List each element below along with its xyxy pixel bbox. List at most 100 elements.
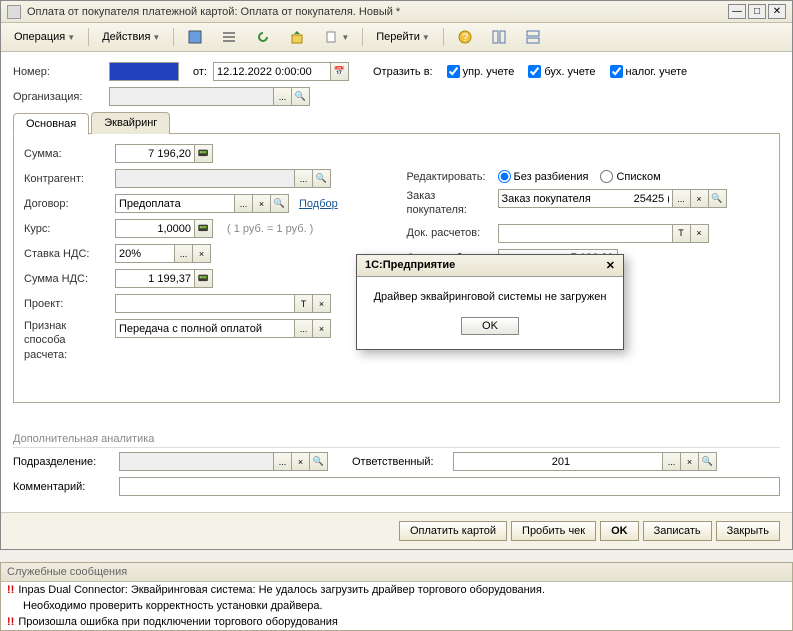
select-link[interactable]: Подбор (299, 198, 338, 210)
vat-rate-input[interactable] (115, 244, 175, 263)
svg-text:?: ? (462, 32, 468, 44)
form-icon2[interactable] (518, 26, 548, 48)
minimize-button[interactable]: — (728, 4, 746, 19)
contr-sel-icon[interactable]: ... (295, 169, 313, 188)
radio-no-split[interactable] (498, 170, 511, 183)
order-input[interactable] (498, 189, 673, 208)
method-input[interactable] (115, 319, 295, 338)
ok-button[interactable]: OK (600, 521, 639, 541)
list-icon[interactable] (214, 26, 244, 48)
edit-label: Редактировать: (407, 171, 492, 183)
calc-icon3[interactable]: 📟 (195, 269, 213, 288)
sum-input[interactable] (115, 144, 195, 163)
msg-1: Inpas Dual Connector: Эквайринговая сист… (18, 584, 545, 596)
reflect-label: Отразить в: (373, 66, 433, 78)
chk-mgmt[interactable] (447, 65, 460, 78)
tab-acquiring[interactable]: Эквайринг (91, 112, 170, 134)
tab-main[interactable]: Основная (13, 113, 89, 135)
error-icon: !! (7, 584, 14, 596)
resp-clear-icon[interactable]: × (681, 452, 699, 471)
order-label: Заказ покупателя: (407, 189, 492, 218)
chk-acc[interactable] (528, 65, 541, 78)
rate-label: Курс: (24, 223, 109, 235)
number-label: Номер: (13, 66, 103, 78)
method-sel-icon[interactable]: ... (295, 319, 313, 338)
operation-menu[interactable]: Операция▼ (7, 28, 82, 46)
vat-sum-label: Сумма НДС: (24, 273, 109, 285)
org-search-icon[interactable]: 🔍 (292, 87, 310, 106)
write-button[interactable]: Записать (643, 521, 712, 541)
contract-label: Договор: (24, 198, 109, 210)
export-icon[interactable] (282, 26, 312, 48)
contract-clear-icon[interactable]: × (253, 194, 271, 213)
contract-input[interactable] (115, 194, 235, 213)
dept-sel-icon[interactable]: ... (274, 452, 292, 471)
rate-input[interactable] (115, 219, 195, 238)
main-window: Оплата от покупателя платежной картой: О… (0, 0, 793, 550)
settle-t-icon[interactable]: T (673, 224, 691, 243)
project-input[interactable] (115, 294, 295, 313)
contr-search-icon[interactable]: 🔍 (313, 169, 331, 188)
save-icon[interactable] (180, 26, 210, 48)
project-t-icon[interactable]: T (295, 294, 313, 313)
project-label: Проект: (24, 298, 109, 310)
goto-menu[interactable]: Перейти▼ (369, 28, 437, 46)
vat-sel-icon[interactable]: ... (175, 244, 193, 263)
actions-menu[interactable]: Действия▼ (95, 28, 167, 46)
receipt-button[interactable]: Пробить чек (511, 521, 596, 541)
dialog-ok-button[interactable]: OK (461, 317, 519, 335)
form-icon1[interactable] (484, 26, 514, 48)
msg-2: Необходимо проверить корректность устано… (23, 600, 323, 612)
attach-icon[interactable]: ▼ (316, 26, 356, 48)
contract-search-icon[interactable]: 🔍 (271, 194, 289, 213)
dialog-close-icon[interactable]: ✕ (606, 259, 615, 272)
radio-list[interactable] (600, 170, 613, 183)
org-select-icon[interactable]: ... (274, 87, 292, 106)
comment-input[interactable] (119, 477, 780, 496)
order-search-icon[interactable]: 🔍 (709, 189, 727, 208)
dept-search-icon[interactable]: 🔍 (310, 452, 328, 471)
contr-input[interactable] (115, 169, 295, 188)
method-clear-icon[interactable]: × (313, 319, 331, 338)
vat-sum-input[interactable] (115, 269, 195, 288)
resp-search-icon[interactable]: 🔍 (699, 452, 717, 471)
toolbar: Операция▼ Действия▼ ▼ Перейти▼ ? (1, 23, 792, 52)
chk-tax[interactable] (610, 65, 623, 78)
order-clear-icon[interactable]: × (691, 189, 709, 208)
resp-input[interactable] (453, 452, 663, 471)
refresh-icon[interactable] (248, 26, 278, 48)
number-input[interactable] (109, 62, 179, 81)
calc-icon[interactable]: 📟 (195, 144, 213, 163)
maximize-button[interactable]: □ (748, 4, 766, 19)
dept-input[interactable] (119, 452, 274, 471)
calendar-icon[interactable]: 📅 (331, 62, 349, 81)
window-icon (7, 5, 21, 19)
titlebar: Оплата от покупателя платежной картой: О… (1, 1, 792, 23)
resp-sel-icon[interactable]: ... (663, 452, 681, 471)
contract-sel-icon[interactable]: ... (235, 194, 253, 213)
close-button[interactable]: ✕ (768, 4, 786, 19)
help-icon[interactable]: ? (450, 26, 480, 48)
order-sel-icon[interactable]: ... (673, 189, 691, 208)
dept-clear-icon[interactable]: × (292, 452, 310, 471)
project-clear-icon[interactable]: × (313, 294, 331, 313)
vat-rate-label: Ставка НДС: (24, 248, 109, 260)
org-label: Организация: (13, 91, 103, 103)
contr-label: Контрагент: (24, 173, 109, 185)
msg-3: Произошла ошибка при подключении торгово… (18, 616, 338, 628)
settle-input[interactable] (498, 224, 673, 243)
messages-panel: Служебные сообщения !! Inpas Dual Connect… (0, 562, 793, 631)
org-input[interactable] (109, 87, 274, 106)
vat-clear-icon[interactable]: × (193, 244, 211, 263)
close-form-button[interactable]: Закрыть (716, 521, 780, 541)
analytics-title: Дополнительная аналитика (13, 433, 780, 448)
date-input[interactable] (213, 62, 331, 81)
dialog-text: Драйвер эквайринговой системы не загруже… (369, 291, 611, 303)
error-icon: !! (7, 616, 14, 628)
comment-label: Комментарий: (13, 481, 113, 493)
pay-card-button[interactable]: Оплатить картой (399, 521, 507, 541)
messages-title: Служебные сообщения (1, 563, 792, 582)
tab-content: Сумма: 📟 Контрагент: ...🔍 Договор: ...×🔍… (13, 133, 780, 403)
settle-clear-icon[interactable]: × (691, 224, 709, 243)
calc-icon2[interactable]: 📟 (195, 219, 213, 238)
